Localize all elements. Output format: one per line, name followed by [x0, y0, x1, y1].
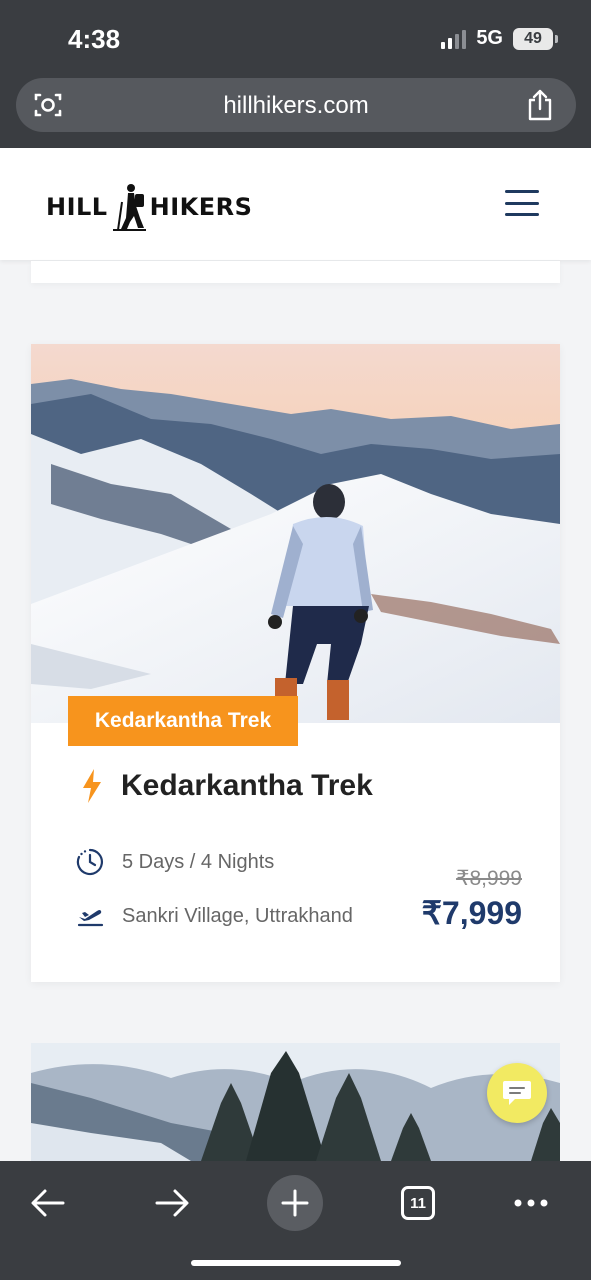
url-text[interactable]: hillhikers.com	[16, 92, 576, 120]
discounted-price: ₹7,999	[421, 895, 522, 931]
trek-duration-row: 5 Days / 4 Nights	[76, 848, 274, 876]
logo-text-right: HIKERS	[149, 193, 253, 221]
chat-button[interactable]	[487, 1063, 547, 1123]
logo-text-left: HILL	[46, 193, 108, 221]
site-header: HILL HIKERS	[0, 148, 591, 260]
previous-card	[31, 261, 560, 283]
network-type: 5G	[476, 27, 503, 49]
address-bar[interactable]: hillhikers.com	[16, 78, 576, 132]
status-indicators: 5G 49	[441, 27, 558, 50]
plus-icon	[281, 1189, 309, 1217]
site-logo[interactable]: HILL HIKERS	[46, 182, 252, 232]
home-indicator	[191, 1260, 401, 1266]
browser-top-chrome: 4:38 5G 49 hillhikers.com	[0, 0, 591, 148]
hamburger-menu-icon[interactable]	[505, 190, 539, 216]
forward-button[interactable]	[144, 1175, 200, 1231]
signal-strength-icon	[441, 29, 467, 49]
new-tab-button[interactable]	[267, 1175, 323, 1231]
battery-icon: 49	[513, 27, 558, 50]
trek-location: Sankri Village, Uttrakhand	[122, 904, 353, 927]
next-trek-photo[interactable]	[31, 1043, 560, 1161]
trek-card[interactable]: Kedarkantha Trek Kedarkantha Trek 5 Days…	[31, 344, 560, 982]
original-price: ₹8,999	[456, 867, 522, 890]
tabs-button[interactable]: 11	[390, 1175, 446, 1231]
chat-bubble-icon	[503, 1081, 531, 1105]
trek-tag[interactable]: Kedarkantha Trek	[68, 696, 298, 746]
trek-title[interactable]: Kedarkantha Trek	[121, 769, 373, 803]
arrow-right-icon	[155, 1189, 189, 1217]
plane-departure-icon	[77, 910, 104, 927]
trek-photo[interactable]	[31, 344, 560, 723]
hiker-icon	[112, 184, 146, 231]
lightning-bolt-icon	[83, 769, 101, 803]
card-title-row: Kedarkantha Trek	[81, 768, 373, 804]
trek-duration: 5 Days / 4 Nights	[122, 850, 275, 873]
clock-icon	[76, 848, 103, 876]
status-time: 4:38	[68, 24, 121, 54]
back-button[interactable]	[20, 1175, 76, 1231]
share-icon[interactable]	[526, 89, 554, 121]
trek-location-row: Sankri Village, Uttrakhand	[76, 902, 353, 930]
tab-count: 11	[401, 1186, 435, 1220]
arrow-left-icon	[31, 1189, 65, 1217]
more-options-icon[interactable]	[503, 1175, 559, 1231]
